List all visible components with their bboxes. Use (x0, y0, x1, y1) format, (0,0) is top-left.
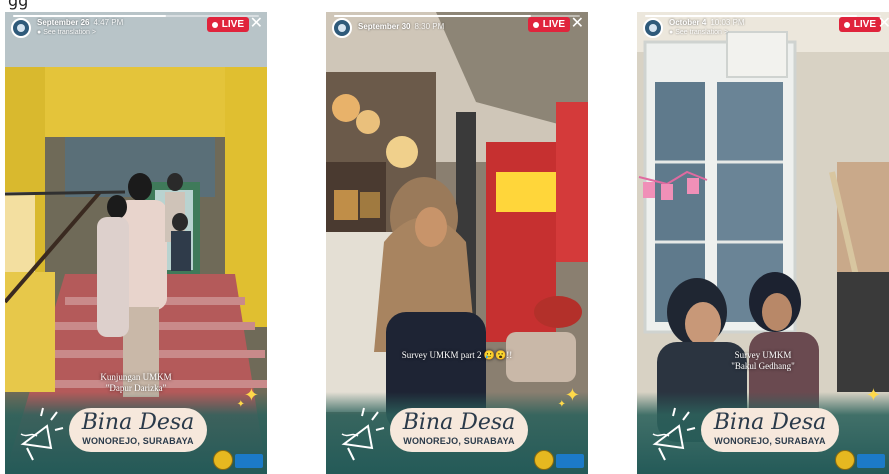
badge-subtitle: WONOREJO, SURABAYA (403, 436, 515, 446)
close-icon[interactable]: ✕ (878, 15, 889, 31)
caption-line-1: Kunjungan UMKM (100, 372, 172, 382)
megaphone-icon (652, 407, 696, 461)
sponsor-logo (235, 454, 263, 468)
story-progress-fill (13, 15, 166, 17)
bina-desa-badge: Bina Desa WONOREJO, SURABAYA (701, 408, 839, 452)
sparkle-icon: ✦ (865, 385, 881, 405)
cropped-heading-text: gg (8, 0, 29, 10)
see-translation-label: See translation > (43, 29, 96, 36)
story-progress-fill (645, 15, 858, 17)
story-time: 10:03 PM (710, 18, 745, 27)
bina-desa-badge: Bina Desa WONOREJO, SURABAYA (390, 408, 528, 452)
story-card-2[interactable]: September 30 8:30 PM LIVE ✕ Survey UMKM p… (326, 12, 588, 474)
badge-title: Bina Desa (713, 410, 827, 435)
badge-subtitle: WONOREJO, SURABAYA (714, 436, 826, 446)
badge-title: Bina Desa (81, 410, 195, 435)
story-time: 8:30 PM (414, 22, 445, 31)
profile-avatar[interactable] (332, 18, 352, 38)
story-caption: Survey UMKM "Bakul Gedhang" (637, 350, 889, 372)
live-label: LIVE (542, 19, 565, 30)
see-translation-link[interactable]: ● See translation > (669, 28, 745, 38)
sponsor-logo (556, 454, 584, 468)
caption-line-2: "Bakul Gedhang" (731, 361, 795, 371)
see-translation-label: See translation > (675, 29, 728, 36)
story-date: September 30 (358, 22, 411, 31)
story-caption: Kunjungan UMKM "Dapur Darizka" (5, 372, 267, 394)
emoji-stickers: 🥲😮!! (483, 350, 513, 360)
caption-line-1: Survey UMKM part 2 (401, 350, 482, 360)
sparkle-small-icon: ✦ (557, 399, 566, 410)
live-dot-icon (211, 21, 218, 28)
university-logo (213, 450, 233, 470)
badge-title: Bina Desa (402, 410, 516, 435)
live-badge: LIVE (838, 17, 881, 32)
badge-subtitle: WONOREJO, SURABAYA (82, 436, 194, 446)
sparkle-icon: ✦ (564, 385, 580, 405)
live-dot-icon (843, 21, 850, 28)
university-logo (835, 450, 855, 470)
story-card-1[interactable]: September 26 4:47 PM ● See translation > … (5, 12, 267, 474)
live-badge: LIVE (527, 17, 570, 32)
story-progress-fill (334, 15, 531, 17)
bina-desa-badge: Bina Desa WONOREJO, SURABAYA (69, 408, 207, 452)
story-date: September 26 (37, 18, 90, 27)
sponsor-logo (857, 454, 885, 468)
live-label: LIVE (853, 19, 876, 30)
sparkle-icon: ✦ (243, 385, 259, 405)
close-icon[interactable]: ✕ (571, 15, 584, 31)
see-translation-link[interactable]: ● See translation > (37, 28, 123, 38)
story-date: October 4 (669, 18, 707, 27)
story-header: September 30 8:30 PM (332, 18, 444, 38)
sparkle-small-icon: ✦ (236, 399, 245, 410)
megaphone-icon (20, 407, 64, 461)
profile-avatar[interactable] (643, 18, 663, 38)
story-header: September 26 4:47 PM ● See translation > (11, 18, 123, 38)
megaphone-icon (341, 407, 385, 461)
live-dot-icon (532, 21, 539, 28)
story-caption: Survey UMKM part 2 🥲😮!! (326, 350, 588, 361)
story-header: October 4 10:03 PM ● See translation > (643, 18, 745, 38)
caption-line-1: Survey UMKM (734, 350, 792, 360)
university-logo (534, 450, 554, 470)
live-badge: LIVE (206, 17, 249, 32)
close-icon[interactable]: ✕ (250, 15, 263, 31)
story-time: 4:47 PM (93, 18, 124, 27)
story-card-3[interactable]: October 4 10:03 PM ● See translation > LI… (637, 12, 889, 474)
profile-avatar[interactable] (11, 18, 31, 38)
live-label: LIVE (221, 19, 244, 30)
